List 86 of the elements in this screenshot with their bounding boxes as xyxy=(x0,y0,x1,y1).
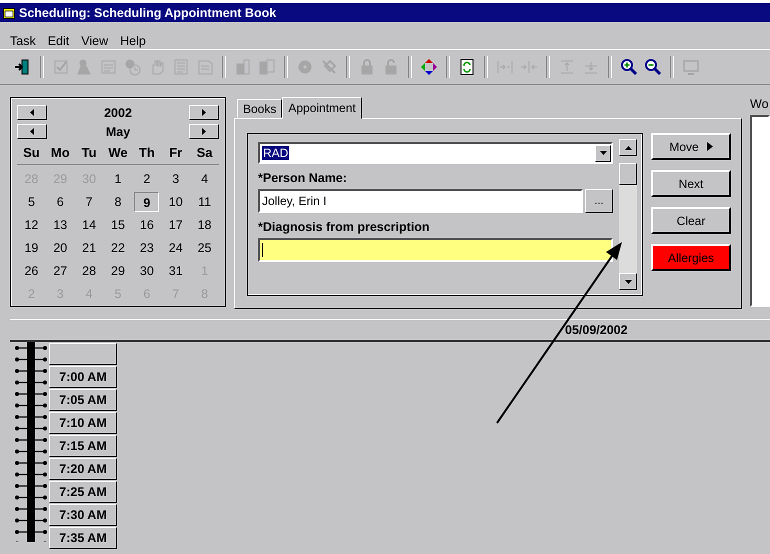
left-triangle-icon xyxy=(30,128,34,135)
menu-item[interactable]: Edit xyxy=(48,34,70,48)
scroll-thumb[interactable] xyxy=(619,163,637,185)
calendar-day[interactable]: 9 xyxy=(134,192,160,212)
calendar-day[interactable]: 13 xyxy=(48,215,73,235)
left-triangle-icon xyxy=(30,109,34,116)
previous-year-button[interactable] xyxy=(17,105,47,120)
calendar-day[interactable]: 20 xyxy=(48,238,73,258)
time-slot-label: 7:10 AM xyxy=(49,412,117,434)
month-label: May xyxy=(106,124,130,138)
menu-item[interactable]: Task xyxy=(10,34,36,48)
person-name-field[interactable]: Jolley, Erin I xyxy=(258,189,583,213)
action-button[interactable]: Next xyxy=(651,170,731,197)
calendar-day[interactable]: 16 xyxy=(134,215,160,235)
down-triangle-icon xyxy=(624,280,632,284)
action-button[interactable]: Allergies xyxy=(651,244,731,271)
calendar-day[interactable]: 6 xyxy=(48,192,73,212)
browse-button[interactable]: ... xyxy=(585,189,613,213)
calendar-day[interactable]: 11 xyxy=(192,192,217,212)
field-label: *Person Name: xyxy=(258,171,348,185)
calendar-day[interactable]: 15 xyxy=(106,215,130,235)
scrollbar[interactable] xyxy=(619,139,637,290)
weekday-label: Mo xyxy=(50,145,71,160)
calendar-day[interactable]: 30 xyxy=(134,261,160,281)
dropdown-value: RAD xyxy=(262,146,290,160)
window-title: Scheduling: Scheduling Appointment Book xyxy=(19,6,276,20)
next-year-button[interactable] xyxy=(189,105,219,120)
time-slot-label: 7:35 AM xyxy=(49,527,117,549)
calendar-icon xyxy=(3,6,15,18)
calendar-day[interactable]: 21 xyxy=(76,238,102,258)
calendar-day[interactable]: 1 xyxy=(106,169,130,189)
action-button[interactable]: Move xyxy=(651,133,731,160)
calendar-day[interactable]: 25 xyxy=(192,238,217,258)
calendar-day[interactable]: 24 xyxy=(163,238,188,258)
arrows-icon[interactable] xyxy=(420,58,438,76)
time-slot-label: 7:15 AM xyxy=(49,435,117,457)
weekday-label: Sa xyxy=(196,145,214,160)
tab[interactable]: Appointment xyxy=(282,97,362,119)
calendar-day[interactable]: 4 xyxy=(192,169,217,189)
tab[interactable]: Books xyxy=(237,99,282,118)
time-slot-label: 7:20 AM xyxy=(49,458,117,480)
calendar-day[interactable]: 29 xyxy=(106,261,130,281)
right-triangle-icon xyxy=(706,142,713,151)
calendar-day[interactable]: 23 xyxy=(134,238,160,258)
time-slot-label: 7:05 AM xyxy=(49,389,117,411)
refresh-icon[interactable] xyxy=(458,58,476,76)
calendar-day[interactable]: 28 xyxy=(76,261,102,281)
weekday-label: Tu xyxy=(80,145,98,160)
weekday-label: Th xyxy=(138,145,156,160)
field-label: *Diagnosis from prescription xyxy=(258,220,431,234)
calendar-day[interactable]: 8 xyxy=(106,192,130,212)
calendar-day[interactable]: 5 xyxy=(19,192,44,212)
calendar-day[interactable]: 14 xyxy=(76,215,102,235)
calendar-day[interactable]: 18 xyxy=(192,215,217,235)
panel-label: Wo xyxy=(750,97,770,111)
next-month-button[interactable] xyxy=(188,124,219,139)
calendar-day[interactable]: 2 xyxy=(134,169,160,189)
calendar-day[interactable]: 17 xyxy=(163,215,188,235)
calendar-day[interactable]: 22 xyxy=(106,238,130,258)
calendar-day[interactable]: 31 xyxy=(163,261,188,281)
weekday-label: Su xyxy=(22,145,41,160)
calendar-day[interactable]: 7 xyxy=(76,192,102,212)
diagnosis-field[interactable] xyxy=(258,238,613,262)
calendar-day[interactable]: 26 xyxy=(19,261,44,281)
menu-item[interactable]: View xyxy=(81,34,108,48)
resource-dropdown[interactable]: RAD xyxy=(258,142,613,164)
year-label: 2002 xyxy=(104,106,132,120)
time-slot-label: 7:25 AM xyxy=(49,481,117,503)
action-button[interactable]: Clear xyxy=(651,207,731,234)
zoom-out-icon[interactable] xyxy=(644,58,662,76)
calendar-day[interactable]: 12 xyxy=(19,215,44,235)
right-triangle-icon xyxy=(202,109,206,116)
up-triangle-icon xyxy=(624,146,632,150)
menu-item[interactable]: Help xyxy=(120,34,146,48)
calendar-day[interactable]: 27 xyxy=(48,261,73,281)
calendar-day[interactable]: 3 xyxy=(163,169,188,189)
weekday-label: Fr xyxy=(168,145,184,160)
time-slot-label: 7:00 AM xyxy=(49,366,117,388)
date-label: 05/09/2002 xyxy=(565,323,628,337)
weekday-label: We xyxy=(107,145,129,160)
time-slot-label: 7:30 AM xyxy=(49,504,117,526)
right-triangle-icon xyxy=(202,128,206,135)
calendar-day[interactable]: 10 xyxy=(163,192,188,212)
calendar-day[interactable]: 19 xyxy=(19,238,44,258)
previous-month-button[interactable] xyxy=(17,124,47,139)
zoom-in-icon[interactable] xyxy=(620,58,638,76)
